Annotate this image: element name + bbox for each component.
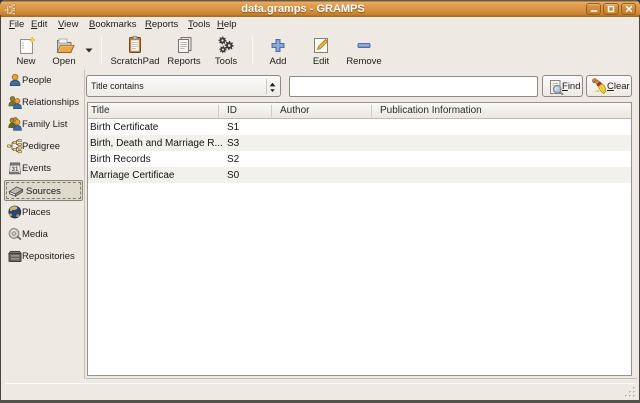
svg-text:31: 31 [12, 166, 19, 173]
